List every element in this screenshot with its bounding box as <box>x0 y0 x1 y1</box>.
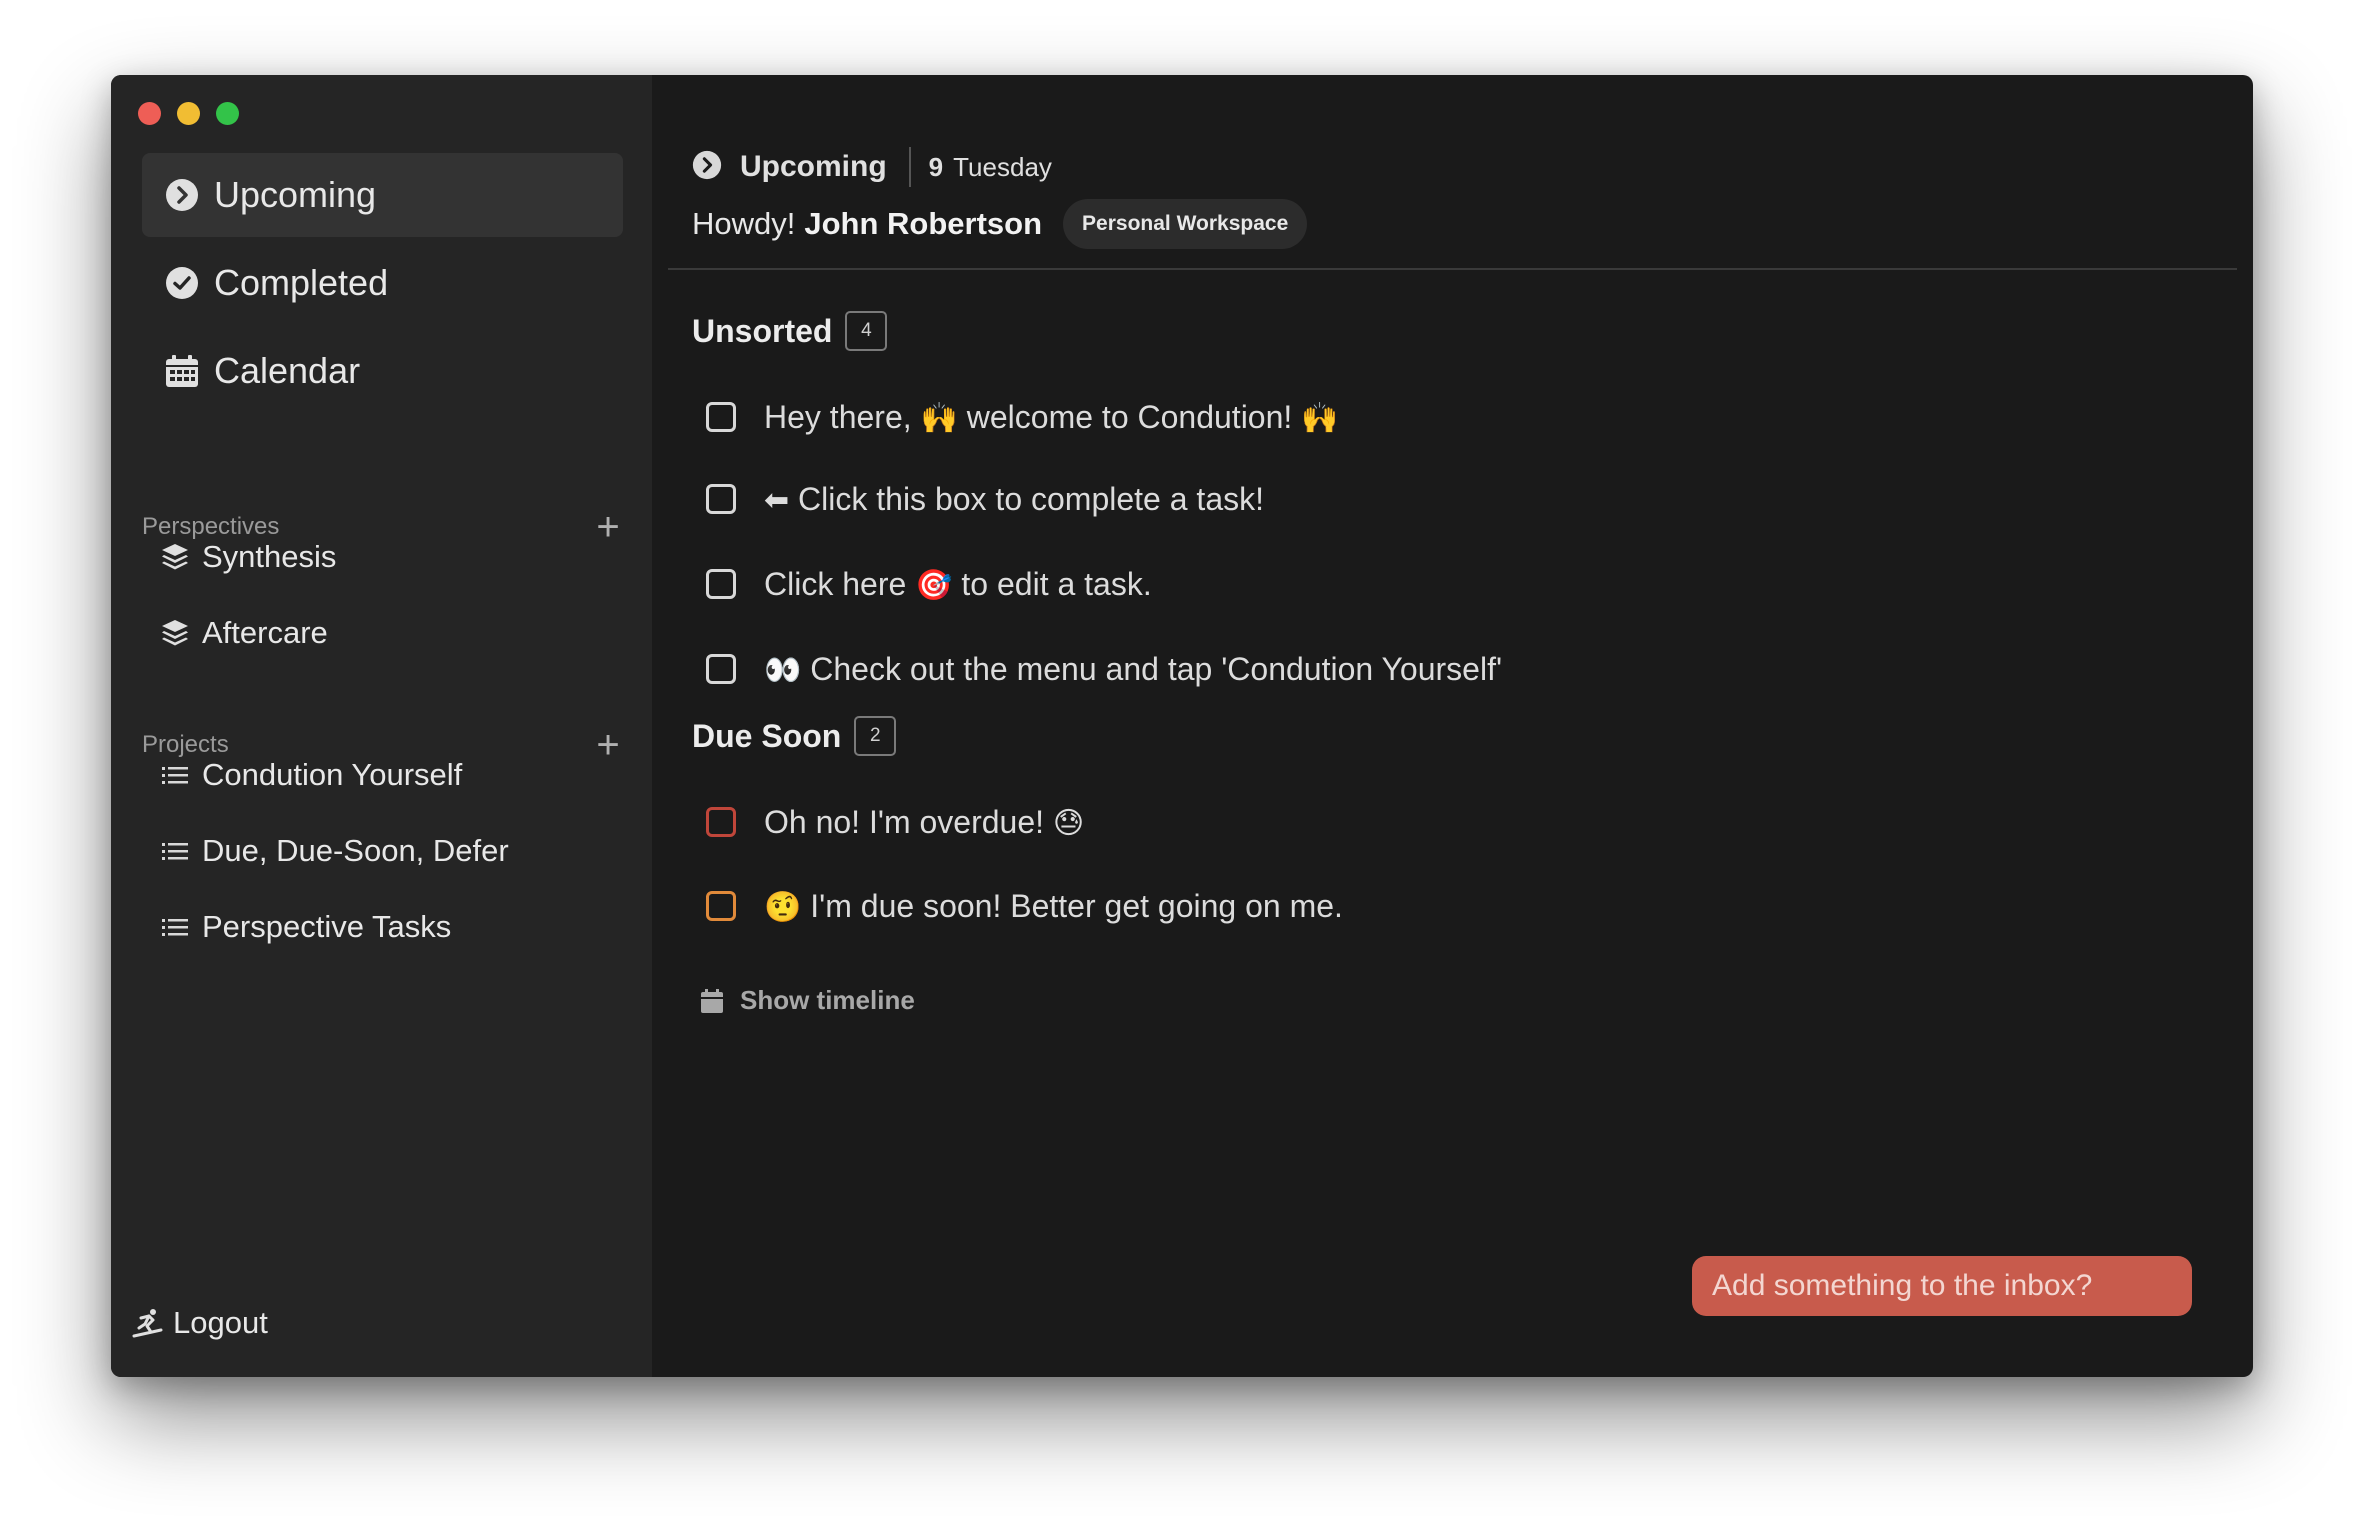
raised-eyebrow-face-icon: 🤨 <box>764 889 802 925</box>
calendar-icon <box>700 988 724 1014</box>
sidebar-item-label: Aftercare <box>202 615 328 650</box>
sidebar-item-label: Condution Yourself <box>202 757 463 792</box>
task-row: 🤨 I'm due soon! Better get going on me. <box>706 881 1343 931</box>
sidebar-item-label: Due, Due-Soon, Defer <box>202 833 509 868</box>
sidebar-item-label: Synthesis <box>202 539 337 574</box>
task-text-part: welcome to Condution! <box>957 398 1302 435</box>
task-row: Click here 🎯 to edit a task. <box>706 559 1152 609</box>
show-timeline-label: Show timeline <box>740 985 915 1015</box>
nav-item-label: Completed <box>214 262 389 303</box>
window-controls <box>138 102 239 125</box>
list-icon <box>160 840 190 862</box>
minimize-window-button[interactable] <box>177 102 200 125</box>
task-checkbox[interactable] <box>706 484 736 514</box>
main-nav: Upcoming Completed Calendar <box>142 153 623 417</box>
page-header: Upcoming 9 Tuesday <box>692 145 1052 189</box>
nav-item-calendar[interactable]: Calendar <box>142 329 623 413</box>
sweat-face-icon: 😓 <box>1052 805 1085 841</box>
header-divider-line <box>668 268 2237 270</box>
chevron-right-circle-icon <box>165 178 199 212</box>
task-title[interactable]: Click here 🎯 to edit a task. <box>764 566 1152 603</box>
logout-button[interactable]: Logout <box>131 1305 268 1341</box>
sidebar-item-aftercare[interactable]: Aftercare <box>160 595 623 671</box>
group-title: Due Soon <box>692 717 842 754</box>
task-title[interactable]: ⬅ Click this box to complete a task! <box>764 481 1264 518</box>
task-row: Hey there, 🙌 welcome to Condution! 🙌 <box>706 392 1339 442</box>
nav-item-upcoming[interactable]: Upcoming <box>142 153 623 237</box>
task-row: ⬅ Click this box to complete a task! <box>706 474 1264 524</box>
greeting-text: Howdy! <box>692 206 796 241</box>
count-badge: 2 <box>854 716 897 756</box>
task-title[interactable]: Oh no! I'm overdue! 😓 <box>764 804 1084 841</box>
task-checkbox-overdue[interactable] <box>706 807 736 837</box>
greeting-row: Howdy! John Robertson Personal Workspace <box>692 197 1308 251</box>
date-day-name: Tuesday <box>953 151 1052 182</box>
page-title: Upcoming <box>740 150 887 183</box>
task-text-part: Check out the menu and tap 'Condution Yo… <box>801 650 1503 687</box>
task-text-part: Click here <box>764 565 916 602</box>
close-window-button[interactable] <box>138 102 161 125</box>
nav-item-completed[interactable]: Completed <box>142 241 623 325</box>
list-icon <box>160 764 190 786</box>
task-checkbox-due-soon[interactable] <box>706 891 736 921</box>
user-name: John Robertson <box>804 206 1043 241</box>
task-text-part: Click this box to complete a task! <box>789 480 1264 517</box>
sidebar-item-due-due-soon-defer[interactable]: Due, Due-Soon, Defer <box>160 813 623 889</box>
nav-item-label: Upcoming <box>214 174 377 215</box>
task-title[interactable]: Hey there, 🙌 welcome to Condution! 🙌 <box>764 399 1339 436</box>
snowboarder-icon <box>131 1306 165 1340</box>
chevron-right-circle-icon <box>692 150 722 185</box>
inbox-quick-add-input[interactable] <box>1692 1256 2192 1316</box>
layers-icon <box>160 542 190 572</box>
task-text-part: Hey there, <box>764 398 921 435</box>
raised-hands-icon: 🙌 <box>920 400 958 436</box>
date-day-number: 9 <box>928 151 944 182</box>
logout-label: Logout <box>173 1305 268 1340</box>
task-checkbox[interactable] <box>706 402 736 432</box>
eyes-icon: 👀 <box>764 652 802 688</box>
header-divider <box>908 147 911 187</box>
sidebar-item-synthesis[interactable]: Synthesis <box>160 519 623 595</box>
layers-icon <box>160 618 190 648</box>
workspace-badge[interactable]: Personal Workspace <box>1063 199 1308 249</box>
zoom-window-button[interactable] <box>216 102 239 125</box>
list-icon <box>160 916 190 938</box>
task-row: 👀 Check out the menu and tap 'Condution … <box>706 644 1502 694</box>
arrow-left-icon: ⬅ <box>764 482 790 518</box>
perspectives-list: Synthesis Aftercare <box>160 519 623 671</box>
main-content: Upcoming 9 Tuesday Howdy! John Robertson… <box>652 75 2253 1377</box>
task-text-part: I'm due soon! Better get going on me. <box>801 887 1343 924</box>
task-checkbox[interactable] <box>706 654 736 684</box>
group-header-unsorted: Unsorted 4 <box>692 311 888 351</box>
task-text-part: Oh no! I'm overdue! <box>764 803 1053 840</box>
nav-item-label: Calendar <box>214 350 361 391</box>
raised-hands-icon: 🙌 <box>1301 400 1339 436</box>
sidebar: Upcoming Completed Calendar Perspectives… <box>111 75 652 1377</box>
projects-list: Condution Yourself Due, Due-Soon, Defer … <box>160 737 623 965</box>
app-window: Upcoming Completed Calendar Perspectives… <box>111 75 2253 1377</box>
sidebar-item-perspective-tasks[interactable]: Perspective Tasks <box>160 889 623 965</box>
calendar-icon <box>165 354 199 388</box>
target-icon: 🎯 <box>915 567 953 603</box>
task-text-part: to edit a task. <box>952 565 1152 602</box>
show-timeline-button[interactable]: Show timeline <box>700 985 915 1016</box>
task-title[interactable]: 👀 Check out the menu and tap 'Condution … <box>764 651 1502 688</box>
sidebar-item-condution-yourself[interactable]: Condution Yourself <box>160 737 623 813</box>
group-title: Unsorted <box>692 312 833 349</box>
group-header-due-soon: Due Soon 2 <box>692 716 897 756</box>
task-checkbox[interactable] <box>706 569 736 599</box>
count-badge: 4 <box>845 311 888 351</box>
task-title[interactable]: 🤨 I'm due soon! Better get going on me. <box>764 888 1343 925</box>
task-row: Oh no! I'm overdue! 😓 <box>706 797 1084 847</box>
sidebar-item-label: Perspective Tasks <box>202 909 452 944</box>
check-circle-icon <box>165 266 199 300</box>
